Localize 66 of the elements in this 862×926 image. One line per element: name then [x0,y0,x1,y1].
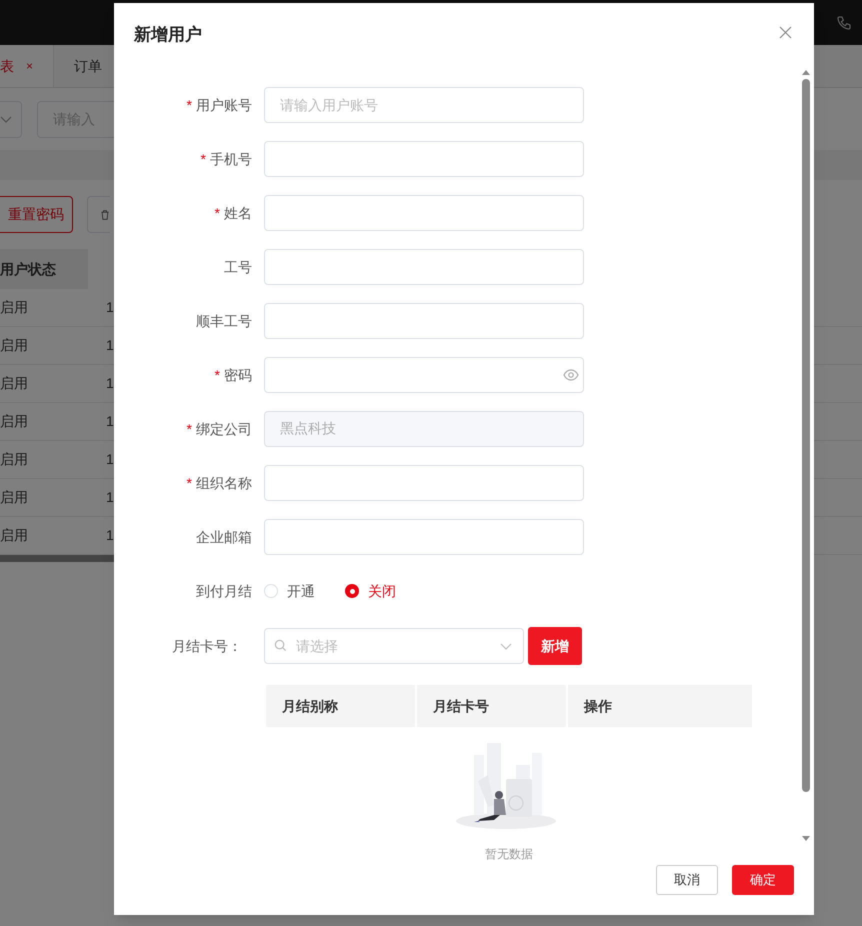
scroll-up-icon[interactable] [802,69,810,75]
table-cell-text: 启用 [0,412,29,431]
table-cell-text: 1 [106,488,114,507]
table-cell-text: 1 [106,336,114,355]
delete-button[interactable] [87,196,110,233]
scroll-down-icon[interactable] [802,836,810,842]
input-field[interactable]: 请输入用户账号 [264,87,584,123]
input-field[interactable] [264,303,584,339]
field-label: 绑定公司 [196,420,252,438]
field-label: 密码 [224,366,252,384]
field-label: 企业邮箱 [196,528,252,546]
input-field[interactable] [264,141,584,177]
table-cell-text: 1 [106,298,114,317]
required-mark: * [214,366,220,384]
table-cell-text: 启用 [0,298,29,317]
field-label: 用户账号 [196,96,252,114]
table-cell-text: 1 [106,412,114,431]
select-field[interactable] [0,100,22,138]
close-icon[interactable] [779,26,792,38]
field-label: 到付月结 [195,582,253,600]
required-mark: * [200,150,206,168]
radio-button[interactable] [264,584,278,598]
table-cell-text: 启用 [0,336,29,355]
required-mark: * [186,420,192,438]
trash-icon [100,208,110,222]
cancel-button[interactable]: 取消 [656,865,718,895]
radio-button[interactable] [345,584,359,598]
field-label: 姓名 [224,204,252,222]
table-cell-text: 启用 [0,450,29,469]
table-cell-text: 启用 [0,488,29,507]
required-mark: * [186,96,192,114]
radio-option[interactable]: 关闭 [345,580,396,602]
close-icon[interactable]: × [26,57,34,75]
column-header: 用户状态 [0,249,88,289]
dialog-title: 新增用户 [134,24,202,46]
table-cell-text: 1 [106,374,114,393]
empty-text: 暂无数据 [485,846,533,860]
required-mark: * [186,474,192,492]
input-field[interactable] [264,195,584,231]
field-label: 工号 [224,258,252,276]
field-label: 手机号 [210,150,252,168]
input-field[interactable] [264,519,584,555]
field-label: 组织名称 [196,474,252,492]
column-header: 月结别称 [266,685,415,727]
field-label: 月结卡号： [171,636,243,656]
input-field[interactable] [264,249,584,285]
tab[interactable]: 订单 [74,56,102,76]
phone-icon[interactable] [836,14,852,30]
column-header: 操作 [568,685,752,727]
add-button[interactable]: 新增 [528,627,582,665]
search-icon [274,639,287,652]
required-mark: * [214,204,220,222]
select-field[interactable]: 请选择 [264,628,524,664]
reset-password-button[interactable]: 重置密码 [0,196,73,233]
field-label: 顺丰工号 [196,312,252,330]
input-field[interactable] [264,357,584,393]
eye-icon[interactable] [563,367,579,383]
tab[interactable]: 表 [0,56,14,76]
table-cell-text: 启用 [0,374,29,393]
table-cell-text: 启用 [0,526,29,545]
table-cell-text: 1 [106,450,114,469]
table-cell-text: 1 [106,526,114,545]
radio-option[interactable]: 开通 [264,580,315,602]
confirm-button[interactable]: 确定 [732,865,794,895]
column-header: 月结卡号 [417,685,566,727]
input-field[interactable] [264,465,584,501]
